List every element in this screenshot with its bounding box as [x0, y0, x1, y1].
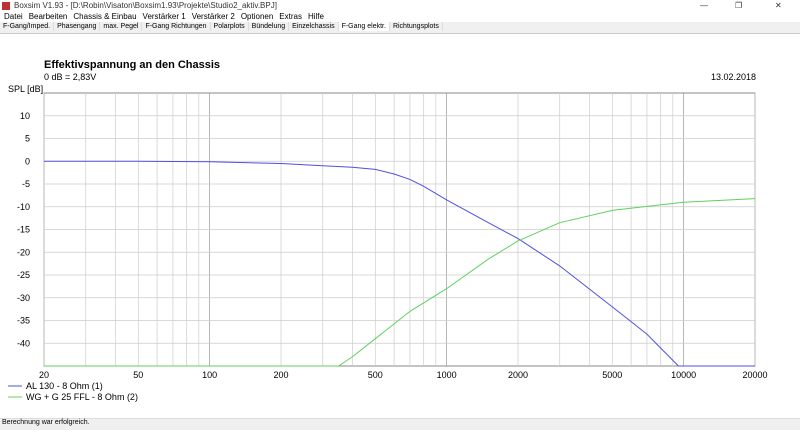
- menu-item[interactable]: Hilfe: [308, 12, 324, 21]
- x-tick-label: 200: [273, 370, 288, 380]
- y-tick-label: -25: [17, 270, 30, 280]
- x-tick-label: 2000: [508, 370, 528, 380]
- minimize-button[interactable]: —: [700, 1, 708, 10]
- x-tick-label: 500: [368, 370, 383, 380]
- x-tick-label: 5000: [602, 370, 622, 380]
- y-tick-label: 0: [25, 156, 30, 166]
- chart-date: 13.02.2018: [711, 72, 756, 82]
- chart-subtitle: 0 dB = 2,83V: [44, 72, 96, 82]
- tab[interactable]: Polarplots: [211, 22, 249, 31]
- maximize-button[interactable]: ❐: [735, 1, 742, 10]
- y-tick-label: -15: [17, 225, 30, 235]
- tab[interactable]: Bündelung: [249, 22, 290, 31]
- tab[interactable]: F-Gang elektr.: [338, 22, 390, 31]
- status-bar: Berechnung war erfolgreich.: [0, 418, 800, 430]
- x-tick-label: 20: [39, 370, 49, 380]
- close-button[interactable]: ✕: [775, 1, 782, 10]
- x-tick-label: 100: [202, 370, 217, 380]
- legend-label: AL 130 - 8 Ohm (1): [26, 381, 103, 391]
- title-bar: Boxsim V1.93 - [D:\Robin\Visaton\Boxsim1…: [0, 0, 800, 12]
- series-line-2: [44, 198, 756, 367]
- chart-title: Effektivspannung an den Chassis: [44, 59, 220, 71]
- tab-bar: F-Gang/Imped. Phasengang max. Pegel F-Gang …: [0, 22, 800, 34]
- app-icon: [2, 2, 10, 10]
- menu-item[interactable]: Optionen: [241, 12, 273, 21]
- menu-item[interactable]: Verstärker 1: [143, 12, 186, 21]
- chart: Effektivspannung an den Chassis 0 dB = 2…: [8, 59, 768, 402]
- menu-item[interactable]: Datei: [4, 12, 23, 21]
- y-tick-label: -20: [17, 247, 30, 257]
- x-tick-label: 1000: [437, 370, 457, 380]
- tab[interactable]: Richtungsplots: [390, 22, 443, 31]
- y-tick-label: -35: [17, 316, 30, 326]
- y-tick-label: 5: [25, 134, 30, 144]
- window-title: Boxsim V1.93 - [D:\Robin\Visaton\Boxsim1…: [14, 1, 277, 10]
- y-tick-label: -30: [17, 293, 30, 303]
- series-line-1: [44, 160, 755, 367]
- menu-item[interactable]: Bearbeiten: [29, 12, 68, 21]
- menu-item[interactable]: Verstärker 2: [192, 12, 235, 21]
- tab[interactable]: Phasengang: [54, 22, 101, 31]
- x-tick-label: 20000: [742, 370, 767, 380]
- menu-item[interactable]: Extras: [279, 12, 302, 21]
- y-tick-label: -5: [22, 179, 30, 189]
- y-axis-label: SPL [dB]: [8, 84, 43, 94]
- tab[interactable]: F-Gang Richtungen: [142, 22, 211, 31]
- menu-bar: Datei Bearbeiten Chassis & Einbau Verstärke…: [0, 12, 800, 22]
- x-tick-label: 50: [133, 370, 143, 380]
- y-tick-label: -10: [17, 202, 30, 212]
- y-tick-label: -40: [17, 338, 30, 348]
- menu-item[interactable]: Chassis & Einbau: [73, 12, 136, 21]
- tab[interactable]: Einzelchassis: [289, 22, 339, 31]
- legend-label: WG + G 25 FFL - 8 Ohm (2): [26, 392, 138, 402]
- tab[interactable]: F-Gang/Imped.: [0, 22, 55, 31]
- y-tick-label: 10: [20, 111, 30, 121]
- x-tick-label: 10000: [671, 370, 696, 380]
- tab[interactable]: max. Pegel: [100, 22, 143, 31]
